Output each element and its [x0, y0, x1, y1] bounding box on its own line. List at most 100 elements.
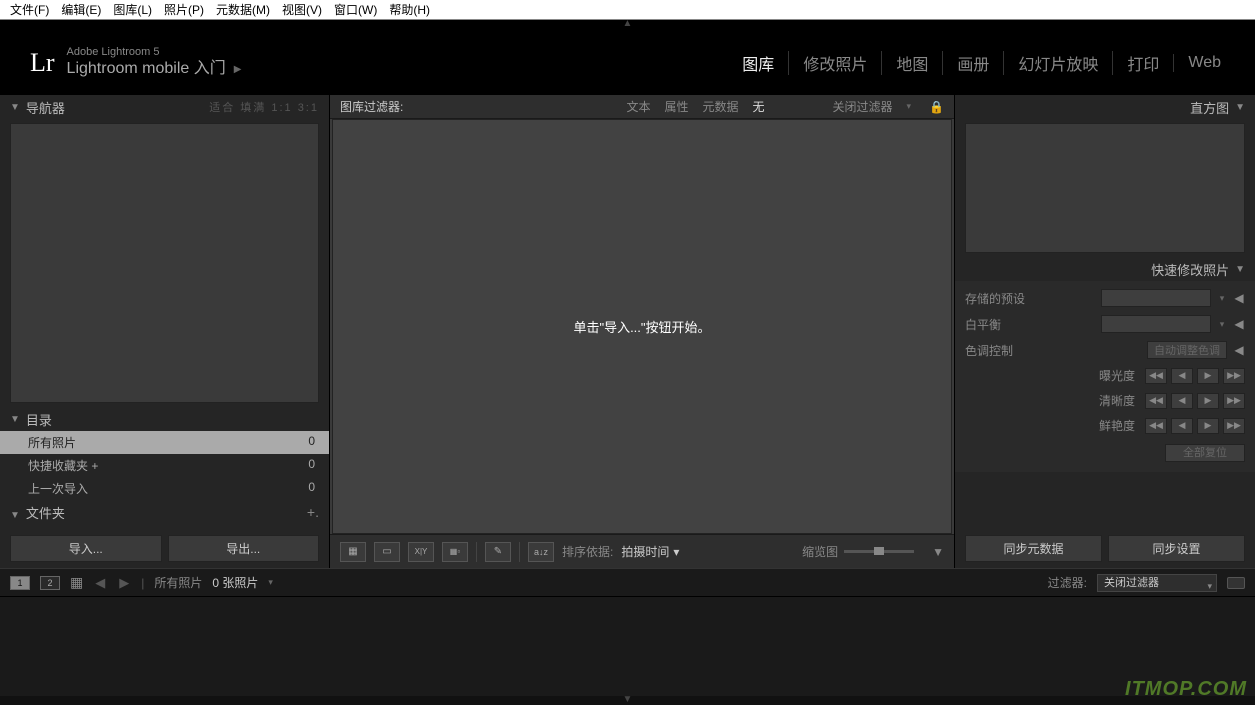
filter-text[interactable]: 文本 — [626, 98, 650, 115]
exposure-big-plus[interactable]: ▶▶ — [1223, 368, 1245, 384]
chevron-down-icon[interactable]: ▾ — [1217, 293, 1227, 304]
catalog-row-label: 上一次导入 — [28, 480, 88, 497]
module-slideshow[interactable]: 幻灯片放映 — [1003, 51, 1112, 75]
clarity-plus[interactable]: ▶ — [1197, 393, 1219, 409]
wb-label: 白平衡 — [965, 316, 1095, 333]
module-web[interactable]: Web — [1173, 54, 1235, 72]
filmstrip-path[interactable]: 所有照片 — [154, 574, 202, 591]
module-develop[interactable]: 修改照片 — [788, 51, 881, 75]
app-logo: Lr — [30, 48, 55, 78]
grid-view-button[interactable]: ▦ — [340, 542, 366, 562]
filter-close-preset[interactable]: 关闭过滤器 — [833, 98, 893, 115]
nav-back-icon[interactable]: ◀ — [93, 575, 107, 591]
navigator-title: 导航器 — [26, 98, 65, 117]
triangle-down-icon: ▼ — [10, 510, 20, 521]
reset-all-button[interactable]: 全部复位 — [1165, 444, 1245, 462]
filter-switch[interactable] — [1227, 577, 1245, 589]
primary-screen-button[interactable]: 1 — [10, 576, 30, 590]
module-book[interactable]: 画册 — [942, 51, 1003, 75]
preset-select[interactable] — [1101, 289, 1211, 307]
histogram-header[interactable]: 直方图 ▼ — [955, 95, 1255, 119]
menu-edit[interactable]: 编辑(E) — [55, 0, 107, 20]
grid-view: 单击"导入..."按钮开始。 — [332, 119, 952, 534]
exposure-minus[interactable]: ◀ — [1171, 368, 1193, 384]
menu-view[interactable]: 视图(V) — [276, 0, 328, 20]
module-print[interactable]: 打印 — [1112, 51, 1173, 75]
catalog-row-all[interactable]: 所有照片 0 — [0, 431, 329, 454]
navigator-zoom-opts[interactable]: 适合 填满 1:1 3:1 — [209, 99, 319, 115]
secondary-screen-button[interactable]: 2 — [40, 576, 60, 590]
play-icon: ▶ — [234, 63, 242, 76]
menu-file[interactable]: 文件(F) — [4, 0, 55, 20]
grid-icon[interactable]: ▦ — [70, 574, 83, 591]
top-grip[interactable]: ▲ — [0, 20, 1255, 30]
import-button[interactable]: 导入... — [10, 535, 162, 562]
chevron-down-icon[interactable]: ▾ — [268, 577, 273, 588]
sort-dropdown[interactable]: 拍摄时间 ▾ — [621, 543, 679, 560]
sync-row: 同步元数据 同步设置 — [955, 529, 1255, 568]
exposure-plus[interactable]: ▶ — [1197, 368, 1219, 384]
sort-direction-button[interactable]: a↓z — [528, 542, 554, 562]
triangle-down-icon: ▼ — [1235, 264, 1245, 275]
export-button[interactable]: 导出... — [168, 535, 320, 562]
chevron-down-icon[interactable]: ▾ — [1217, 319, 1227, 330]
menu-metadata[interactable]: 元数据(M) — [210, 0, 276, 20]
loupe-view-button[interactable]: ▭ — [374, 542, 400, 562]
subtitle-label[interactable]: Lightroom mobile 入门▶ — [67, 59, 242, 80]
filmstrip-filter-select[interactable]: 关闭过滤器 ▾ — [1097, 574, 1217, 592]
menu-help[interactable]: 帮助(H) — [383, 0, 436, 20]
clarity-label: 清晰度 — [1099, 392, 1135, 409]
filter-meta[interactable]: 元数据 — [702, 98, 738, 115]
vibrance-big-minus[interactable]: ◀◀ — [1145, 418, 1167, 434]
add-folder-icon[interactable]: +. — [307, 504, 319, 520]
exposure-row: 曝光度 ◀◀ ◀ ▶ ▶▶ — [955, 363, 1255, 388]
painter-button[interactable]: ✎ — [485, 542, 511, 562]
vibrance-plus[interactable]: ▶ — [1197, 418, 1219, 434]
nav-fwd-icon[interactable]: ▶ — [117, 575, 131, 591]
sync-settings-button[interactable]: 同步设置 — [1108, 535, 1245, 562]
menu-library[interactable]: 图库(L) — [107, 0, 158, 20]
clarity-big-plus[interactable]: ▶▶ — [1223, 393, 1245, 409]
folders-title: 文件夹 — [26, 506, 65, 521]
clarity-big-minus[interactable]: ◀◀ — [1145, 393, 1167, 409]
toolbar-menu-icon[interactable]: ▼ — [932, 545, 944, 559]
triangle-left-icon[interactable]: ◀ — [1233, 291, 1245, 305]
thumbnail-slider[interactable] — [844, 550, 914, 553]
filter-label: 过滤器: — [1048, 574, 1087, 591]
clarity-minus[interactable]: ◀ — [1171, 393, 1193, 409]
quick-develop-header[interactable]: 快速修改照片 ▼ — [955, 257, 1255, 281]
filter-none[interactable]: 无 — [752, 98, 764, 115]
catalog-row-count: 0 — [308, 480, 315, 497]
catalog-list: 所有照片 0 快捷收藏夹 + 0 上一次导入 0 — [0, 431, 329, 500]
navigator-header[interactable]: ▼ 导航器 适合 填满 1:1 3:1 — [0, 95, 329, 119]
catalog-header[interactable]: ▼ 目录 — [0, 407, 329, 431]
survey-view-button[interactable]: ▦▫ — [442, 542, 468, 562]
exposure-big-minus[interactable]: ◀◀ — [1145, 368, 1167, 384]
menu-photo[interactable]: 照片(P) — [158, 0, 210, 20]
sync-metadata-button[interactable]: 同步元数据 — [965, 535, 1102, 562]
vibrance-minus[interactable]: ◀ — [1171, 418, 1193, 434]
triangle-left-icon[interactable]: ◀ — [1233, 343, 1245, 357]
thumbnail-size: 缩览图 — [802, 543, 914, 560]
menu-bar: 文件(F) 编辑(E) 图库(L) 照片(P) 元数据(M) 视图(V) 窗口(… — [0, 0, 1255, 20]
bottom-grip[interactable]: ▼ — [623, 694, 633, 705]
lock-icon[interactable]: 🔒 — [929, 100, 944, 114]
auto-tone-button[interactable]: 自动调整色调 — [1147, 341, 1227, 359]
folders-header[interactable]: ▼ 文件夹 +. — [0, 500, 329, 524]
triangle-left-icon[interactable]: ◀ — [1233, 317, 1245, 331]
catalog-row-label: 快捷收藏夹 + — [28, 457, 98, 474]
compare-view-button[interactable]: X|Y — [408, 542, 434, 562]
vibrance-big-plus[interactable]: ▶▶ — [1223, 418, 1245, 434]
catalog-row-lastimport[interactable]: 上一次导入 0 — [0, 477, 329, 500]
vibrance-label: 鲜艳度 — [1099, 417, 1135, 434]
sort-label: 排序依据: — [562, 543, 613, 560]
module-map[interactable]: 地图 — [881, 51, 942, 75]
filter-attr[interactable]: 属性 — [664, 98, 688, 115]
module-library[interactable]: 图库 — [728, 51, 788, 75]
chevron-down-icon[interactable]: ▾ — [907, 101, 912, 112]
menu-window[interactable]: 窗口(W) — [328, 0, 383, 20]
wb-select[interactable] — [1101, 315, 1211, 333]
catalog-row-quick[interactable]: 快捷收藏夹 + 0 — [0, 454, 329, 477]
catalog-row-count: 0 — [308, 457, 315, 474]
vibrance-row: 鲜艳度 ◀◀ ◀ ▶ ▶▶ — [955, 413, 1255, 438]
